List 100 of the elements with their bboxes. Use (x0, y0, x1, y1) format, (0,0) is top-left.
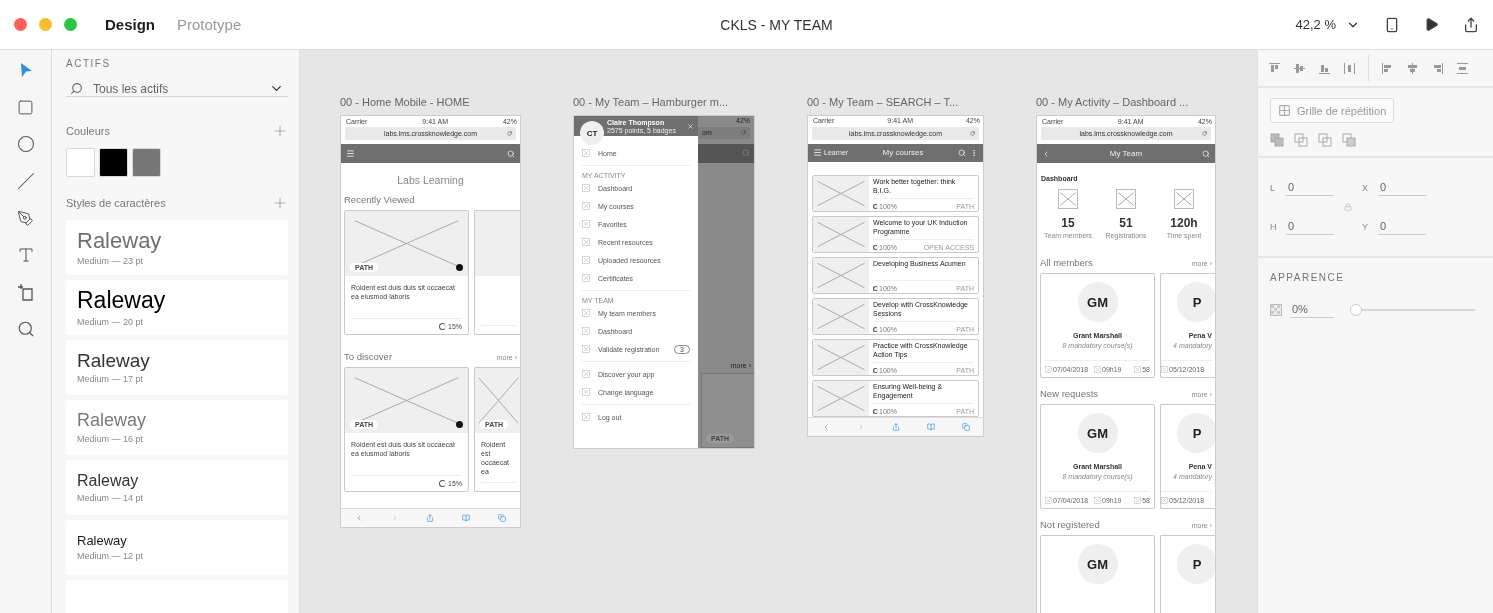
crossed-box-icon (582, 238, 590, 246)
style-spec: Medium — 23 pt (77, 256, 145, 267)
zoom-icon (16, 320, 35, 338)
align-center-icon[interactable] (1406, 61, 1419, 75)
lock-ratio-icon[interactable] (1344, 203, 1352, 211)
opacity-icon (1270, 303, 1282, 316)
crossed-box-icon (1134, 366, 1142, 373)
search-icon[interactable] (1202, 149, 1210, 158)
member-avatar: P (1177, 282, 1215, 322)
back-icon[interactable] (1042, 149, 1050, 158)
opacity-field[interactable]: 0% (1290, 301, 1334, 318)
character-style-card[interactable]: Raleway Medium — 14 pt (66, 460, 288, 515)
field-label: X (1362, 182, 1369, 193)
minimize-button[interactable] (39, 18, 52, 31)
search-icon[interactable] (507, 149, 515, 158)
member-avatar: GM (1077, 282, 1118, 322)
subtract-icon[interactable] (1294, 133, 1308, 147)
crossed-box-icon (582, 274, 590, 282)
artboard-icon (16, 283, 35, 301)
crossed-box-icon (1134, 497, 1142, 504)
panel-heading: ACTIFS (66, 58, 112, 69)
more-icon[interactable] (970, 148, 978, 157)
stat-value: 51 (1119, 216, 1133, 230)
section-title: Recently Viewed (344, 194, 415, 205)
distribute-icon[interactable] (1343, 61, 1356, 75)
reload-icon (970, 130, 975, 136)
character-style-card[interactable]: Raleway Medium — 23 pt (66, 220, 288, 275)
share-icon[interactable] (1463, 16, 1479, 33)
crossed-box-icon (582, 345, 590, 353)
window-title: CKLS - MY TEAM (719, 16, 833, 33)
style-spec: Medium — 17 pt (77, 374, 145, 385)
character-style-card[interactable]: Raleway Medium — 20 pt (66, 280, 288, 335)
distribute-horizontal-icon[interactable] (1456, 61, 1469, 75)
artboard-title: 00 - My Team – SEARCH – T... (807, 96, 960, 108)
alert-icon (456, 421, 463, 428)
stat-value: 120h (1170, 216, 1198, 230)
align-top-icon[interactable] (1268, 61, 1281, 75)
style-sample: Raleway (77, 411, 148, 431)
asset-filter-dropdown[interactable]: Tous les actifs (66, 81, 288, 97)
crossed-box-icon (1094, 366, 1102, 373)
menu-icon[interactable] (346, 149, 355, 158)
dimension-field[interactable]: 0 (1378, 179, 1426, 196)
color-swatch[interactable] (66, 148, 95, 177)
exclude-icon[interactable] (1342, 133, 1356, 147)
tabs-icon[interactable] (498, 514, 507, 522)
crossed-box-icon (1045, 366, 1052, 373)
crossed-box-icon (582, 256, 590, 264)
menu-icon[interactable] (813, 148, 822, 158)
align-left-icon[interactable] (1381, 61, 1394, 75)
mode-tab[interactable]: Design (105, 16, 155, 33)
artboard-title: 00 - Home Mobile - HOME (340, 96, 471, 108)
tabs-icon[interactable] (961, 423, 970, 432)
crossed-box-icon (582, 327, 590, 335)
stat-value: 15 (1061, 216, 1075, 230)
play-icon[interactable] (1424, 17, 1439, 32)
close-icon[interactable] (687, 122, 694, 130)
style-sample: Raleway (77, 472, 140, 490)
add-icon[interactable] (272, 123, 288, 139)
artboard-title: 00 - My Activity – Dashboard ... (1036, 96, 1190, 108)
crossed-box-icon (582, 309, 590, 317)
align-right-icon[interactable] (1431, 61, 1444, 75)
dimension-field[interactable]: 0 (1286, 179, 1334, 196)
bookmarks-icon[interactable] (462, 514, 471, 522)
close-button[interactable] (14, 18, 27, 31)
image-placeholder (1116, 189, 1136, 209)
field-label: L (1270, 182, 1276, 193)
opacity-slider-thumb[interactable] (1350, 303, 1362, 316)
reload-icon (1202, 131, 1207, 136)
user-avatar: CT (580, 121, 604, 145)
crossed-box-icon (1045, 497, 1052, 504)
style-spec: Medium — 16 pt (77, 433, 145, 444)
artboard-title: 00 - My Team – Hamburger m... (573, 96, 730, 108)
bookmarks-icon[interactable] (926, 423, 935, 432)
dimension-field[interactable]: 0 (1378, 218, 1426, 235)
character-style-card[interactable]: Raleway Medium — 16 pt (66, 400, 288, 455)
color-swatch[interactable] (99, 148, 128, 177)
reload-icon (741, 130, 746, 136)
zoom-button[interactable] (64, 18, 77, 31)
phone-icon[interactable] (1384, 16, 1400, 33)
member-avatar: GM (1077, 544, 1118, 584)
character-style-card[interactable]: Raleway Medium — 12 pt (66, 520, 288, 575)
style-sample: Raleway (77, 288, 167, 314)
color-swatch[interactable] (132, 148, 161, 177)
crossed-box-icon (582, 220, 590, 228)
section-title: To discover (344, 351, 393, 362)
style-spec: Medium — 20 pt (77, 316, 145, 327)
page-heading: Labs Learning (396, 174, 465, 186)
search-icon[interactable] (958, 148, 966, 157)
intersect-icon[interactable] (1318, 133, 1332, 147)
zoom-dropdown[interactable]: 42,2 % (1295, 17, 1360, 32)
section-title: New requests (1040, 388, 1099, 399)
dimension-field[interactable]: 0 (1286, 218, 1334, 235)
align-middle-icon[interactable] (1293, 61, 1306, 75)
section-label: Styles de caractères (66, 197, 166, 209)
style-spec: Medium — 14 pt (77, 492, 145, 503)
character-style-card[interactable]: Raleway Medium — 17 pt (66, 340, 288, 395)
nav-title: My Team (1109, 149, 1143, 158)
union-icon[interactable] (1270, 133, 1284, 147)
add-icon[interactable] (272, 195, 288, 211)
crossed-box-icon (582, 413, 590, 421)
